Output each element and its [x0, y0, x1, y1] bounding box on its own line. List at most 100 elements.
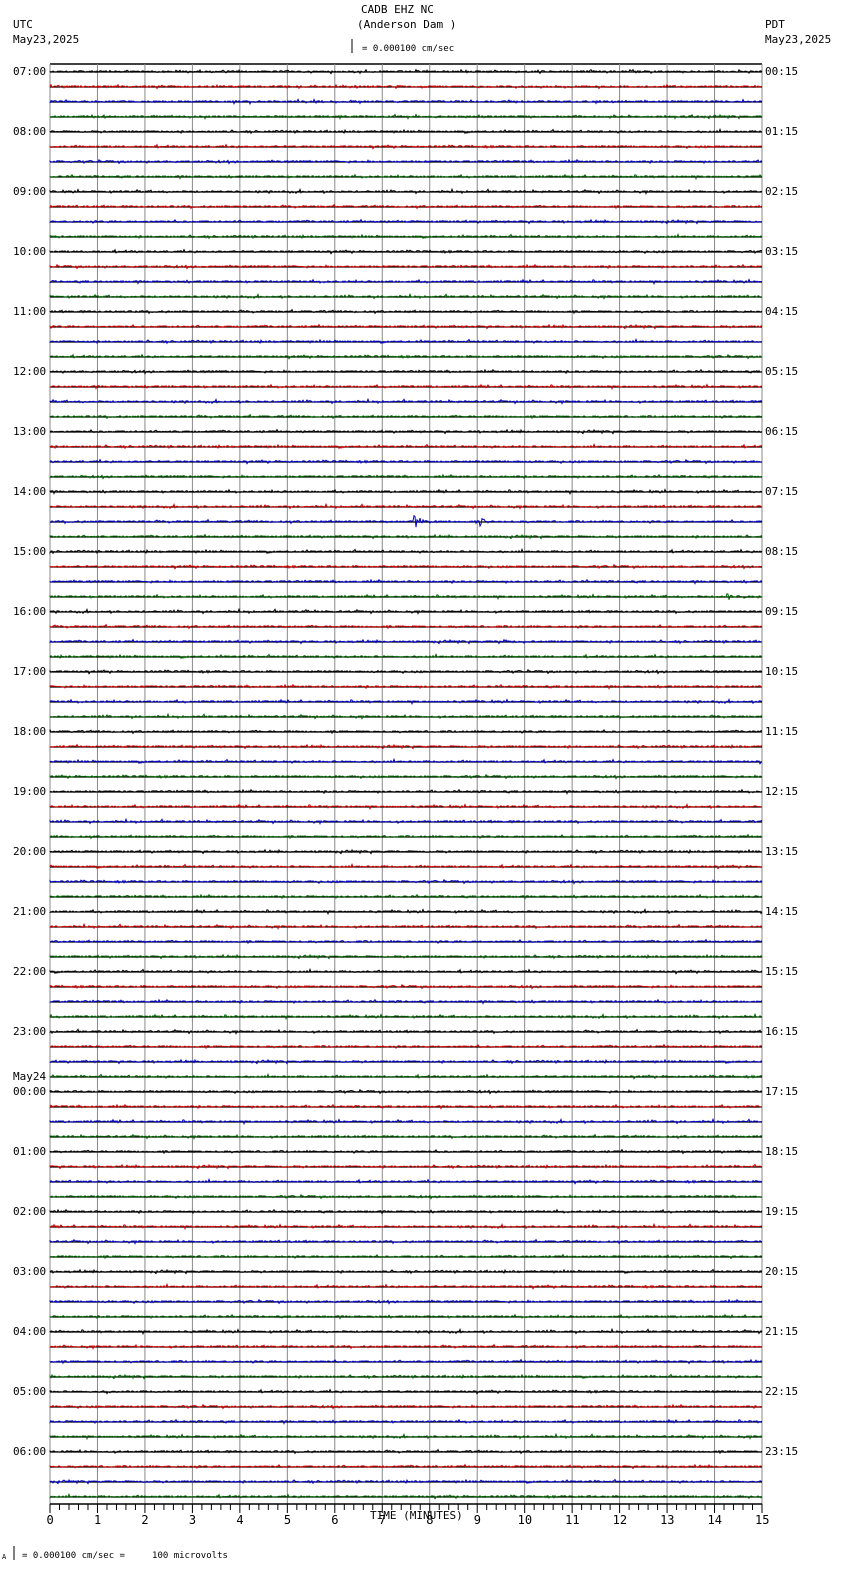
pdt-time-label: 12:15 [765, 785, 799, 798]
seismic-trace [49, 187, 763, 195]
seismic-trace [49, 863, 763, 870]
seismic-trace [49, 1163, 763, 1170]
utc-hour-label: 12:00 [13, 365, 47, 378]
pdt-time-label: 20:15 [765, 1265, 799, 1278]
x-tick-label: 6 [331, 1513, 339, 1527]
seismic-trace [49, 1268, 763, 1275]
pdt-time-label: 00:15 [765, 65, 799, 78]
seismic-trace [49, 338, 763, 345]
utc-hour-label: 19:00 [13, 785, 47, 798]
pdt-time-label: 03:15 [765, 245, 799, 258]
footer-mark: A [2, 1553, 7, 1561]
seismic-trace [49, 968, 763, 975]
utc-hour-label: 22:00 [13, 965, 47, 978]
seismic-trace [49, 397, 763, 405]
utc-hour-label: 23:00 [13, 1025, 47, 1038]
pdt-time-label: 01:15 [765, 125, 799, 138]
pdt-time-label: 16:15 [765, 1025, 799, 1038]
seismic-trace [49, 1028, 763, 1035]
seismic-trace [49, 1403, 763, 1410]
utc-hour-label: 10:00 [13, 245, 47, 258]
seismic-trace [49, 878, 763, 885]
seismic-trace [49, 158, 763, 165]
utc-hour-label: 03:00 [13, 1265, 47, 1278]
utc-hour-label: 05:00 [13, 1385, 47, 1398]
seismic-trace [49, 292, 763, 300]
seismic-trace [49, 1283, 763, 1290]
pdt-time-label: 02:15 [765, 185, 799, 198]
seismic-trace [49, 458, 763, 465]
utc-hour-label: 18:00 [13, 725, 47, 738]
x-tick-label: 13 [660, 1513, 675, 1527]
pdt-time-label: 11:15 [765, 725, 799, 738]
utc-hour-label: 02:00 [13, 1205, 47, 1218]
seismic-trace [49, 833, 763, 840]
pdt-time-label: 07:15 [765, 485, 799, 498]
seismic-trace [49, 368, 763, 375]
seismic-trace [49, 1448, 763, 1455]
seismic-trace [49, 1012, 763, 1021]
x-tick-label: 4 [236, 1513, 244, 1527]
utc-hour-label: 08:00 [13, 125, 47, 138]
seismic-trace [49, 817, 763, 825]
x-tick-label: 11 [565, 1513, 580, 1527]
utc-hour-label: 07:00 [13, 65, 47, 78]
seismic-trace [49, 203, 763, 210]
utc-hour-label: 16:00 [13, 605, 47, 618]
x-tick-label: 3 [188, 1513, 197, 1527]
pdt-time-label: 15:15 [765, 965, 799, 978]
utc-hour-label: 13:00 [13, 425, 47, 438]
helicorder-plot [13, 39, 763, 1560]
seismic-trace [49, 728, 763, 735]
pdt-time-label: 23:15 [765, 1445, 799, 1458]
seismic-trace [49, 443, 763, 450]
utc-hour-label: 01:00 [13, 1145, 47, 1158]
utc-hour-label: 15:00 [13, 545, 47, 558]
seismic-trace [49, 413, 763, 420]
seismic-trace [49, 683, 763, 690]
seismic-trace [49, 502, 763, 510]
pdt-time-label: 17:15 [765, 1085, 799, 1098]
seismic-trace [49, 353, 763, 360]
seismic-trace [49, 623, 763, 630]
seismic-trace [49, 1208, 763, 1215]
pdt-time-label: 06:15 [765, 425, 799, 438]
pdt-time-label: 18:15 [765, 1145, 799, 1158]
seismic-trace [49, 983, 763, 990]
x-tick-label: 5 [283, 1513, 292, 1527]
seismic-trace [49, 653, 763, 660]
utc-hour-label: 17:00 [13, 665, 47, 678]
utc-hour-label: 20:00 [13, 845, 47, 858]
pdt-time-label: 09:15 [765, 605, 799, 618]
seismic-trace [49, 1327, 763, 1336]
x-tick-label: 10 [517, 1513, 533, 1527]
seismic-trace [49, 548, 763, 555]
seismic-trace [49, 98, 763, 106]
x-tick-label: 14 [707, 1513, 722, 1527]
x-tick-label: 2 [141, 1513, 149, 1527]
seismic-trace [49, 128, 763, 135]
pdt-time-label: 05:15 [765, 365, 799, 378]
seismic-trace [49, 1478, 763, 1485]
seismic-trace [49, 1493, 763, 1500]
x-tick-label: 15 [755, 1513, 770, 1527]
x-tick-label: 8 [426, 1513, 434, 1527]
pdt-time-label: 21:15 [765, 1325, 799, 1338]
x-tick-label: 7 [378, 1513, 386, 1527]
seismic-trace [49, 248, 763, 255]
seismic-trace [49, 668, 763, 675]
x-tick-label: 12 [612, 1513, 628, 1527]
x-tick-label: 9 [473, 1513, 481, 1527]
pdt-time-label: 10:15 [765, 665, 799, 678]
pdt-time-label: 13:15 [765, 845, 799, 858]
utc-hour-label: 21:00 [13, 905, 47, 918]
pdt-time-label: 14:15 [765, 905, 799, 918]
seismic-trace [49, 953, 763, 960]
pdt-time-label: 04:15 [765, 305, 799, 318]
utc-hour-label: 14:00 [13, 485, 47, 498]
utc-hour-label: 00:00 [13, 1085, 47, 1098]
date-change-label: May24 [13, 1070, 47, 1083]
x-tick-label: 0 [46, 1513, 54, 1527]
x-tick-label: 1 [93, 1513, 102, 1527]
utc-hour-label: 04:00 [13, 1325, 47, 1338]
